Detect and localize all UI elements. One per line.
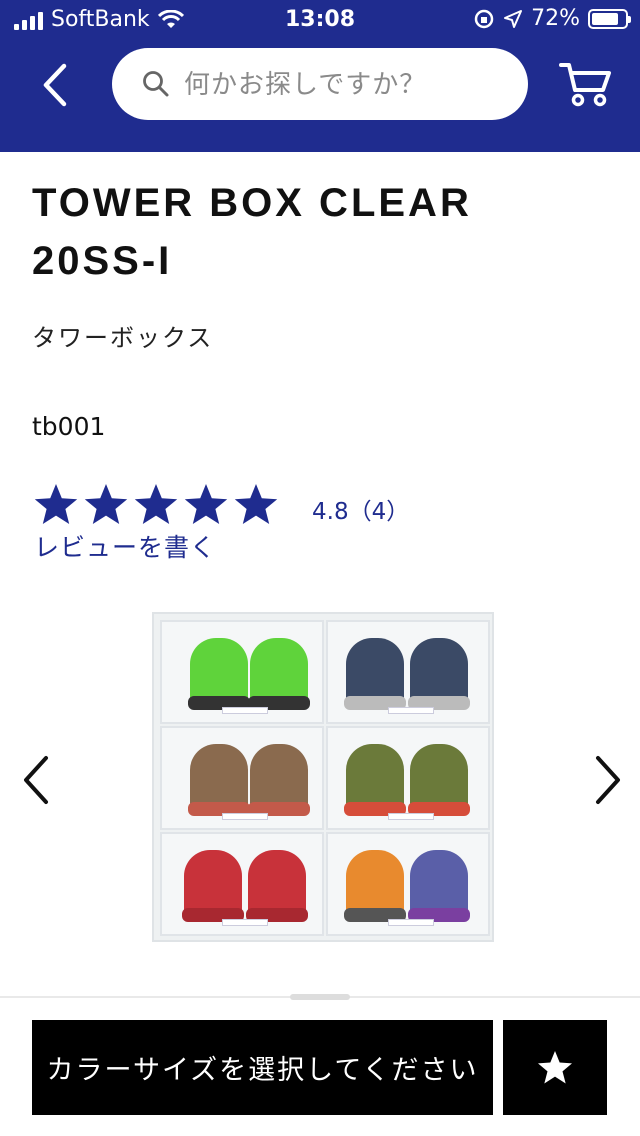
shoe <box>408 744 470 816</box>
shoe <box>408 638 470 710</box>
chevron-right-icon <box>596 756 620 804</box>
battery-icon <box>588 8 631 29</box>
shoe <box>408 850 470 922</box>
star-icon <box>184 484 228 524</box>
status-bar: SoftBank 13:08 72% <box>0 0 640 40</box>
shoe <box>248 744 310 816</box>
shoe <box>344 638 406 710</box>
shoe <box>344 850 406 922</box>
rating: 4.8（4） <box>32 480 409 530</box>
shoe <box>188 744 250 816</box>
shoe <box>246 850 308 922</box>
favorite-button[interactable] <box>503 1020 607 1115</box>
location-icon <box>504 9 523 28</box>
carousel-prev-button[interactable] <box>18 752 58 808</box>
box-cell <box>326 832 490 936</box>
product-title: TOWER BOX CLEAR 20SS-I <box>32 181 472 283</box>
rating-stars <box>32 481 282 529</box>
box-cell <box>160 620 324 724</box>
orientation-lock-icon <box>474 9 494 28</box>
star-icon <box>538 1050 572 1083</box>
search-input[interactable] <box>182 60 516 110</box>
search-icon <box>143 71 169 97</box>
star-icon <box>34 484 78 524</box>
star-icon <box>134 484 178 524</box>
shoe <box>344 744 406 816</box>
brand-name: タワーボックス <box>32 324 214 352</box>
write-review-link[interactable]: レビューを書く <box>34 528 216 564</box>
box-cell <box>326 726 490 830</box>
shoe <box>188 638 250 710</box>
app-header: SoftBank 13:08 72% <box>0 0 640 152</box>
chevron-left-icon <box>24 756 48 804</box>
cart-icon <box>559 63 611 107</box>
back-chevron-icon <box>43 63 67 107</box>
product-image <box>152 612 494 942</box>
select-color-size-button[interactable]: カラーサイズを選択してください <box>32 1020 493 1115</box>
status-right: 72% <box>473 6 631 31</box>
cart-button[interactable] <box>558 60 614 108</box>
box-cell <box>326 620 490 724</box>
rating-value: 4.8（4） <box>312 499 410 525</box>
carousel-next-button[interactable] <box>586 752 626 808</box>
search-bar[interactable] <box>112 48 528 120</box>
shoe <box>182 850 244 922</box>
star-icon <box>234 484 278 524</box>
battery-percent: 72% <box>531 6 580 31</box>
back-button[interactable] <box>36 60 76 110</box>
shoe <box>248 638 310 710</box>
box-cell <box>160 726 324 830</box>
box-cell <box>160 832 324 936</box>
sheet-handle[interactable] <box>290 994 350 1000</box>
star-icon <box>84 484 128 524</box>
product-sku: tb001 <box>32 412 106 441</box>
